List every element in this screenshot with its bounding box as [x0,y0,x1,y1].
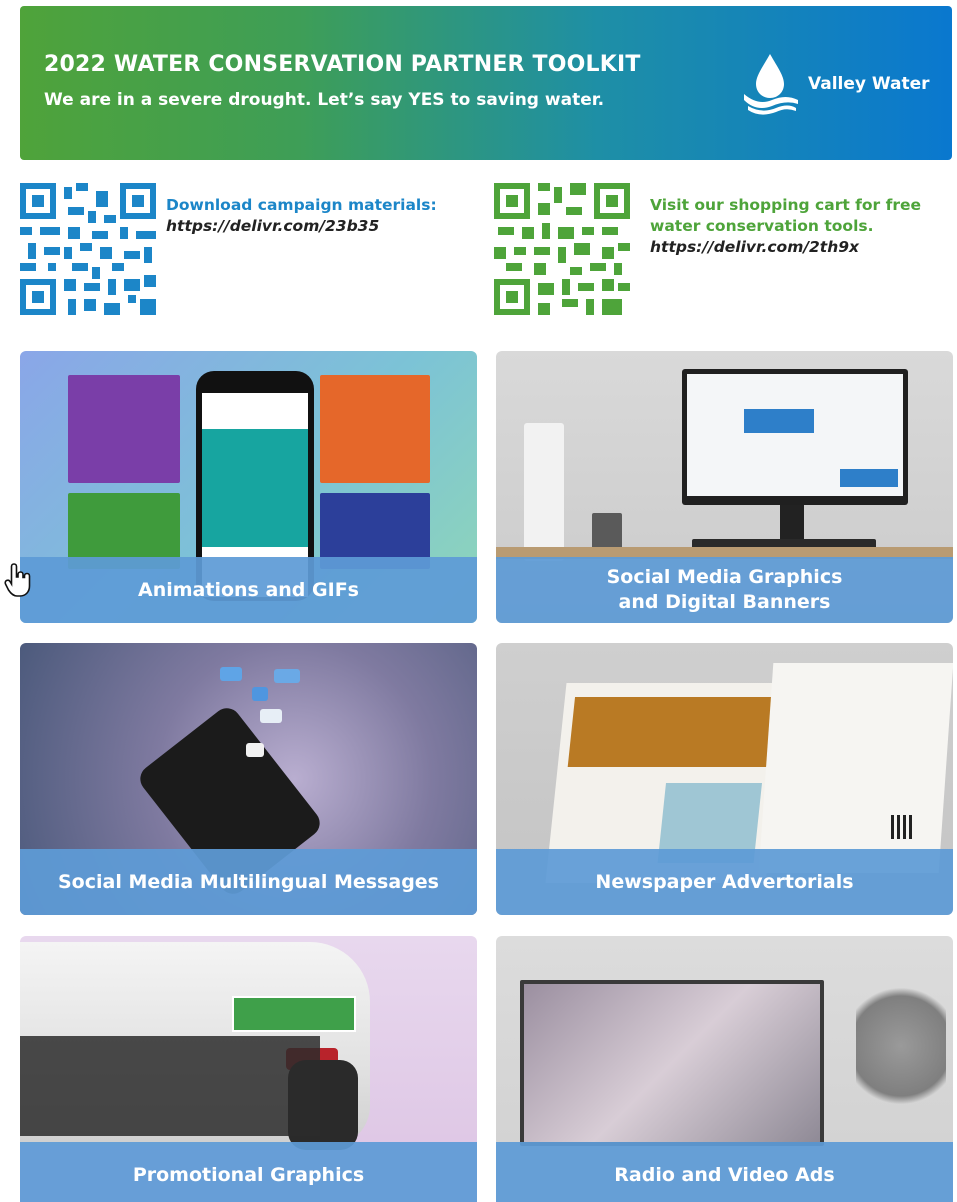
newspaper-right [758,663,953,873]
qr-code-icon [494,183,630,315]
bumper-sticker [232,996,356,1032]
purple-poster [68,375,180,483]
tile-label: Animations and GIFs [138,578,359,601]
newspaper-qr [891,815,915,839]
qr-code-download[interactable] [20,183,156,315]
download-heading: Download campaign materials: [166,196,437,214]
valley-water-logo[interactable]: Valley Water [738,50,938,120]
tile-label: Radio and Video Ads [614,1163,835,1186]
tile-caption: Promotional Graphics [20,1142,477,1202]
shopping-cart-url-link[interactable]: https://delivr.com/2th9x [650,237,921,258]
tile-caption: Animations and GIFs [20,557,477,623]
tile-newspaper-advertorials[interactable]: Newspaper Advertorials [496,643,953,915]
tile-label: Promotional Graphics [132,1163,365,1186]
plant [856,976,946,1116]
tile-caption: Radio and Video Ads [496,1142,953,1202]
qr-right-text: Visit our shopping cart for free water c… [650,195,921,258]
qr-code-shopping-cart[interactable] [494,183,630,315]
tile-social-media-graphics[interactable]: Social Media Graphics and Digital Banner… [496,351,953,623]
tile-label-line1: Social Media Graphics [606,566,843,588]
tv-screen [520,980,824,1146]
hand-pointer-icon [4,563,31,597]
tile-promotional-graphics[interactable]: Promotional Graphics [20,936,477,1202]
qr-left-text: Download campaign materials: https://del… [166,195,437,237]
tile-label-line2: and Digital Banners [618,591,831,613]
monitor [682,369,908,505]
tile-caption: Newspaper Advertorials [496,849,953,915]
tile-label: Social Media Multilingual Messages [57,870,439,893]
header-banner: 2022 WATER CONSERVATION PARTNER TOOLKIT … [20,6,952,160]
tile-label: Newspaper Advertorials [595,870,854,893]
shopping-cart-heading-line2: water conservation tools. [650,217,874,235]
logo-text: Valley Water [808,74,930,94]
shopping-cart-heading-line1: Visit our shopping cart for free [650,196,921,214]
page-subtitle: We are in a severe drought. Let’s say YE… [44,90,605,110]
tile-radio-video-ads[interactable]: Radio and Video Ads [496,936,953,1202]
download-url-link[interactable]: https://delivr.com/23b35 [166,216,437,237]
orange-poster [320,375,430,483]
qr-code-icon [20,183,156,315]
tile-animations-gifs[interactable]: Animations and GIFs [20,351,477,623]
paper-roll [524,423,564,561]
tile-caption: Social Media Multilingual Messages [20,849,477,915]
water-drop-logo-icon [744,54,798,115]
tile-social-media-multilingual[interactable]: Social Media Multilingual Messages [20,643,477,915]
tile-caption: Social Media Graphics and Digital Banner… [496,557,953,623]
page-title: 2022 WATER CONSERVATION PARTNER TOOLKIT [44,52,641,77]
